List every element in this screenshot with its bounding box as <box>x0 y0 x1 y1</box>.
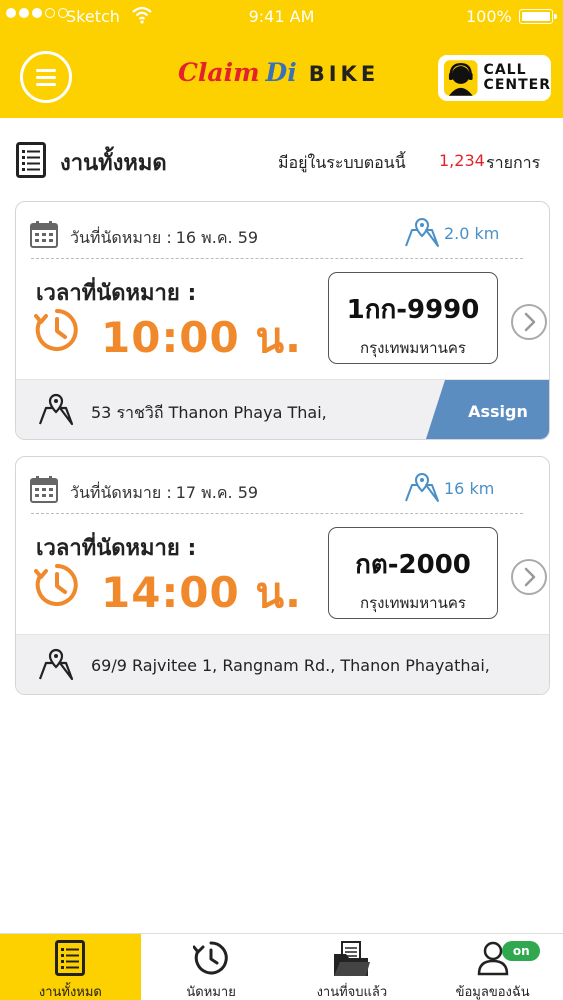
plate-number: 1กก-9990 <box>346 295 480 325</box>
hamburger-icon <box>36 68 56 72</box>
clock-icon <box>34 564 78 606</box>
call-center-line2: CENTER <box>483 77 551 93</box>
plate-number: กต-2000 <box>355 550 471 580</box>
logo-di-text: Di <box>265 58 297 87</box>
clock-icon <box>193 941 228 975</box>
appointment-date: วันที่นัดหมาย :16 พ.ค. 59 <box>70 226 258 251</box>
page-title: งานทั้งหมด <box>60 151 167 176</box>
job-address: 69/9 Rajvitee 1, Rangnam Rd., Thanon Pha… <box>91 656 490 675</box>
license-plate: กต-2000 กรุงเทพมหานคร <box>328 527 498 619</box>
distance-map-pin-icon <box>405 217 439 247</box>
appointment-date: วันที่นัดหมาย :17 พ.ค. 59 <box>70 481 258 506</box>
calendar-icon <box>30 476 58 503</box>
tab-label: งานที่จบแล้ว <box>316 985 388 1000</box>
status-bar: Sketch 9:41 AM 100% <box>0 0 563 34</box>
map-pin-icon <box>38 648 74 681</box>
distance-value: 2.0 km <box>444 224 500 243</box>
job-card[interactable]: วันที่นัดหมาย :16 พ.ค. 59 2.0 km เวลาที่… <box>15 201 550 440</box>
distance-map-pin-icon <box>405 472 439 502</box>
assign-button[interactable]: Assign <box>425 380 549 439</box>
license-plate: 1กก-9990 กรุงเทพมหานคร <box>328 272 498 364</box>
logo-bike-text: BIKE <box>308 62 380 86</box>
job-count-label: มีอยู่ในระบบตอนนี้ <box>278 153 406 172</box>
chevron-right-icon[interactable] <box>509 557 549 597</box>
tab-my-profile[interactable]: on ข้อมูลของฉัน <box>422 934 563 1000</box>
folder-icon <box>333 941 370 976</box>
bottom-tab-bar: งานทั้งหมด นัดหมาย งานที่จบแล้ว on ข้อมู… <box>0 933 563 1000</box>
list-icon <box>55 940 86 976</box>
appointment-time-value: 10:00 น. <box>101 313 302 362</box>
address-bar: 53 ราชวิถี Thanon Phaya Thai, Assign <box>16 379 549 439</box>
job-list-icon <box>16 142 46 178</box>
battery-icon <box>519 9 557 24</box>
appointment-date-label: วันที่นัดหมาย : <box>70 483 172 502</box>
tab-label: นัดหมาย <box>186 985 236 1000</box>
divider <box>31 513 523 514</box>
tab-label: ข้อมูลของฉัน <box>455 985 530 1000</box>
chevron-right-icon[interactable] <box>509 302 549 342</box>
appointment-date-value: 16 พ.ค. 59 <box>175 228 259 247</box>
page-title-row: งานทั้งหมด มีอยู่ในระบบตอนนี้ 1,234 รายก… <box>0 128 563 192</box>
divider <box>31 258 523 259</box>
map-pin-icon <box>38 393 74 426</box>
online-status-badge: on <box>502 941 541 961</box>
job-count-value: 1,234 <box>439 151 485 170</box>
job-card[interactable]: วันที่นัดหมาย :17 พ.ค. 59 16 km เวลาที่น… <box>15 456 550 695</box>
calendar-icon <box>30 221 58 248</box>
job-count-unit: รายการ <box>486 153 541 172</box>
plate-province: กรุงเทพมหานคร <box>360 339 466 357</box>
distance-value: 16 km <box>444 479 495 498</box>
plate-province: กรุงเทพมหานคร <box>360 594 466 612</box>
address-bar: 69/9 Rajvitee 1, Rangnam Rd., Thanon Pha… <box>16 634 549 694</box>
clock-icon <box>34 309 78 351</box>
call-center-line1: CALL <box>483 62 527 78</box>
appointment-date-value: 17 พ.ค. 59 <box>175 483 259 502</box>
menu-button[interactable] <box>20 51 72 103</box>
tab-completed-jobs[interactable]: งานที่จบแล้ว <box>282 934 423 1000</box>
call-center-agent-icon <box>444 60 478 96</box>
battery-percentage: 100% <box>466 7 512 26</box>
tab-appointments[interactable]: นัดหมาย <box>141 934 282 1000</box>
call-center-button[interactable]: CALL CENTER <box>438 55 551 101</box>
app-logo: Claim Di BIKE <box>178 58 379 94</box>
appointment-time-value: 14:00 น. <box>101 568 302 617</box>
tab-label: งานทั้งหมด <box>38 985 102 1000</box>
logo-claim-text: Claim <box>178 58 260 87</box>
appointment-date-label: วันที่นัดหมาย : <box>70 228 172 247</box>
app-header: Sketch 9:41 AM 100% Claim Di BIKE CALL C… <box>0 0 563 118</box>
job-address: 53 ราชวิถี Thanon Phaya Thai, <box>91 403 327 422</box>
tab-all-jobs[interactable]: งานทั้งหมด <box>0 934 141 1000</box>
